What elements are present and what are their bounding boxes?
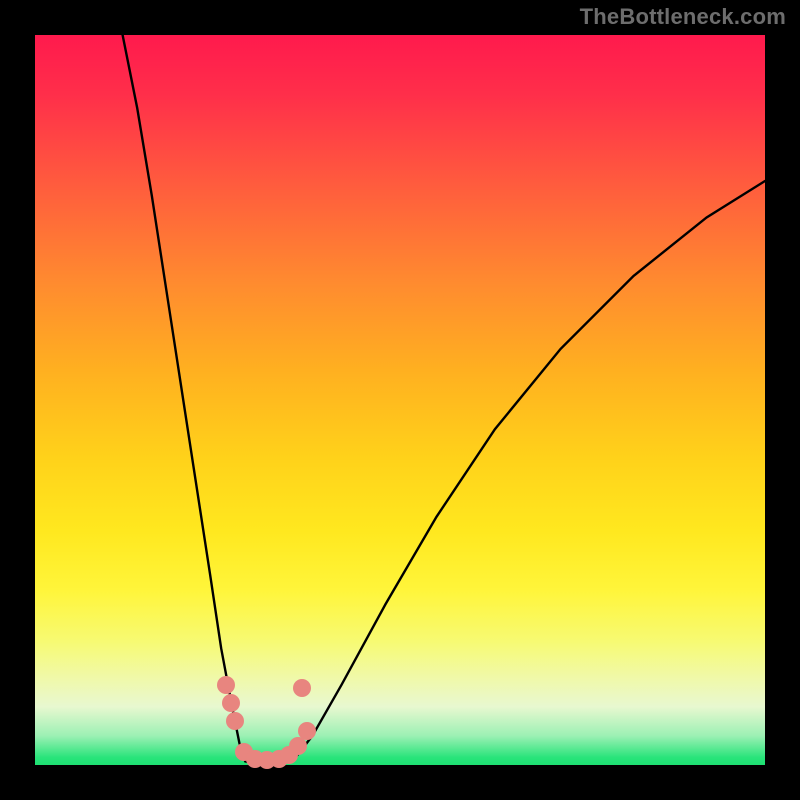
attribution-text: TheBottleneck.com [580,4,786,30]
chart-background-gradient [35,35,765,765]
chart-frame: TheBottleneck.com [0,0,800,800]
